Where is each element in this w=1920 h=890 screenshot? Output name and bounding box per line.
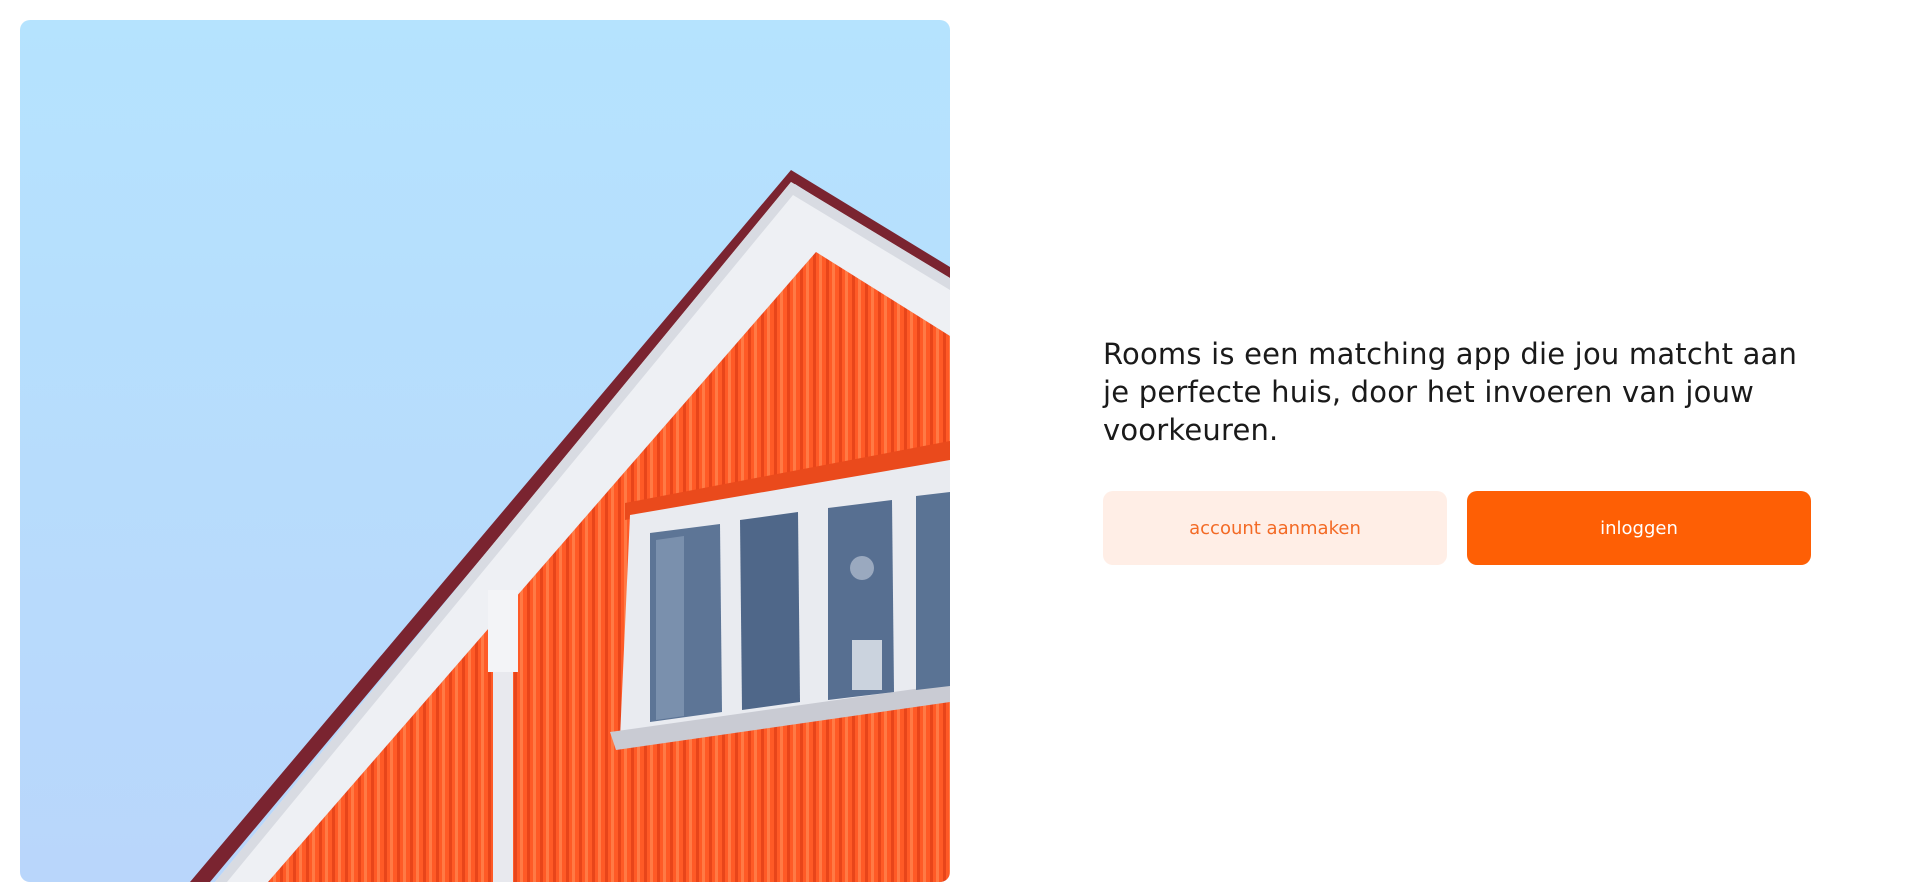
landing-page: Rooms is een matching app die jou matcht… — [0, 0, 1920, 890]
window-pane — [916, 492, 950, 690]
intro-panel: Rooms is een matching app die jou matcht… — [1103, 335, 1823, 565]
house-illustration — [20, 20, 950, 882]
auth-actions: account aanmaken inloggen — [1103, 491, 1823, 565]
intro-tagline: Rooms is een matching app die jou matcht… — [1103, 337, 1798, 447]
window-pane — [740, 512, 800, 710]
hero-house-image — [20, 20, 950, 882]
create-account-button[interactable]: account aanmaken — [1103, 491, 1447, 565]
login-button[interactable]: inloggen — [1467, 491, 1811, 565]
